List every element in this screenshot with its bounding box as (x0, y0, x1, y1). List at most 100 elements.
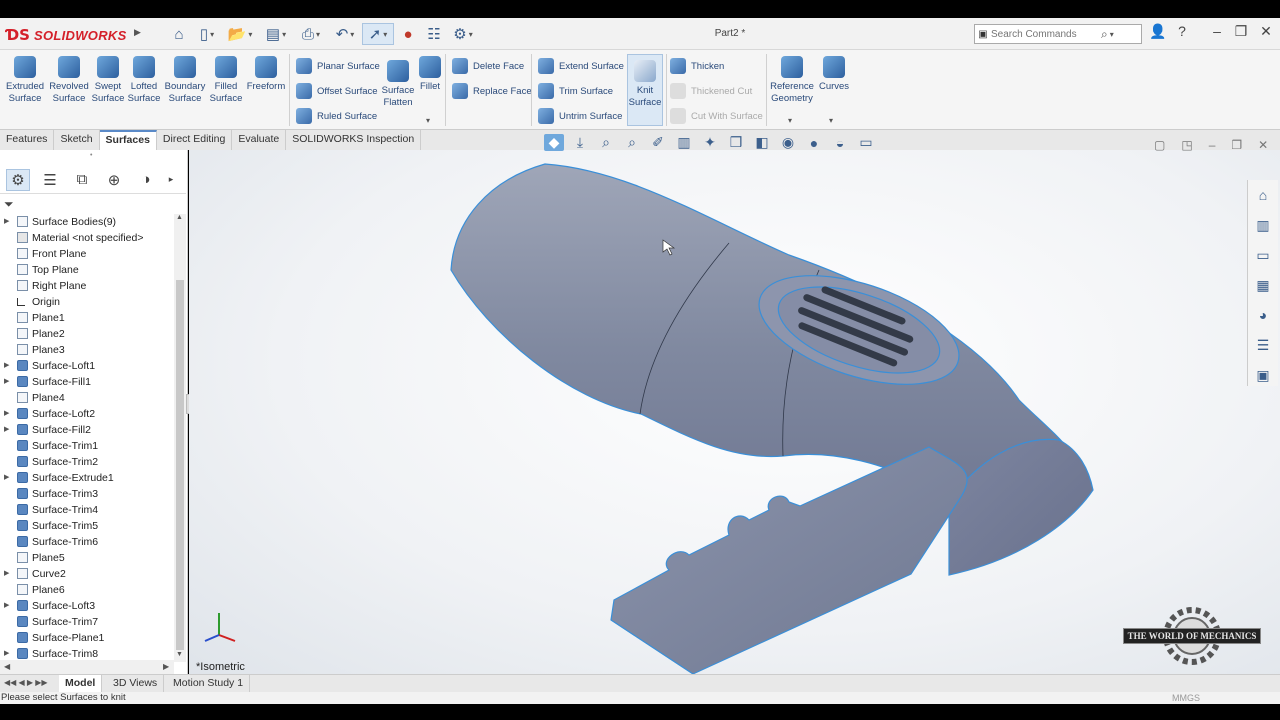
solidworks-resources-icon[interactable]: ⌂ (1248, 180, 1278, 210)
panel-tabs-scroll-icon[interactable]: ▸ (166, 169, 176, 191)
menu-expand-icon[interactable]: ▶ (134, 27, 141, 38)
expand-arrow-icon[interactable]: ▶ (4, 374, 9, 390)
tree-item[interactable]: Surface-Trim2 (0, 454, 174, 470)
save-icon[interactable]: ▤ ▾ (260, 23, 292, 45)
scroll-right-icon[interactable]: ▶ (163, 662, 169, 671)
solidworks-logo[interactable]: ƊS SOLIDWORKS (6, 22, 132, 48)
tree-item[interactable]: ▶ Surface Bodies(9) (0, 214, 174, 230)
search-input[interactable] (991, 28, 1101, 40)
dynamic-annotation-icon[interactable]: ✦ (700, 134, 720, 151)
offset-surface-button[interactable]: Offset Surface (296, 83, 378, 99)
design-library-icon[interactable]: ▥ (1248, 210, 1278, 240)
tree-item[interactable]: Surface-Trim7 (0, 614, 174, 630)
expand-arrow-icon[interactable]: ▶ (4, 358, 9, 374)
file-properties-icon[interactable]: ☷ (424, 23, 444, 45)
view-settings-icon[interactable]: ▭ (856, 134, 876, 151)
surface-flatten-button[interactable]: Surface Flatten (380, 60, 416, 109)
tab-direct-editing[interactable]: Direct Editing (157, 130, 233, 150)
view-orientation-cube-icon[interactable]: ◆ (544, 134, 564, 151)
tree-horizontal-scrollbar[interactable]: ◀ ▶ (0, 660, 174, 674)
viewport-minimize-icon[interactable]: – (1209, 138, 1216, 152)
new-document-icon[interactable]: ▯ ▾ (194, 23, 220, 45)
tree-item[interactable]: Surface-Trim4 (0, 502, 174, 518)
tree-item[interactable]: ▶ Surface-Fill2 (0, 422, 174, 438)
tab-surfaces[interactable]: Surfaces (99, 130, 157, 150)
tree-item[interactable]: Front Plane (0, 246, 174, 262)
tree-item[interactable]: ▶ Surface-Extrude1 (0, 470, 174, 486)
knit-surface-button[interactable]: Knit Surface (628, 60, 662, 109)
tree-vertical-scrollbar[interactable]: ▲ ▼ (174, 214, 186, 662)
property-manager-icon[interactable]: ☰ (38, 169, 62, 191)
tab-model[interactable]: Model (59, 675, 103, 693)
custom-properties-icon[interactable]: ☰ (1248, 330, 1278, 360)
tree-item[interactable]: Material <not specified> (0, 230, 174, 246)
tree-item[interactable]: ▶ Surface-Fill1 (0, 374, 174, 390)
appearances-icon[interactable]: ◕ (1248, 300, 1278, 330)
scroll-thumb[interactable] (176, 280, 184, 650)
configuration-manager-icon[interactable]: ⧉ (70, 169, 94, 191)
viewport-restore-icon[interactable]: ❐ (1231, 138, 1242, 152)
curves-button[interactable]: Curves (818, 56, 850, 93)
planar-surface-button[interactable]: Planar Surface (296, 58, 380, 74)
user-icon[interactable]: 👤 (1148, 23, 1168, 40)
tree-item[interactable]: ▶ Surface-Loft3 (0, 598, 174, 614)
tree-item[interactable]: Origin (0, 294, 174, 310)
solidworks-forum-icon[interactable]: ▣ (1248, 360, 1278, 390)
restore-icon[interactable]: ❐ (1231, 23, 1251, 40)
expand-arrow-icon[interactable]: ▶ (4, 214, 9, 230)
zoom-to-fit-icon[interactable]: ⌕ (596, 134, 616, 151)
replace-face-button[interactable]: Replace Face (452, 83, 532, 99)
options-gear-icon[interactable]: ⚙ ▾ (448, 23, 478, 45)
tree-item[interactable]: Surface-Trim3 (0, 486, 174, 502)
viewport-close-icon[interactable]: ✕ (1258, 138, 1268, 152)
thickened-cut-button[interactable]: Thickened Cut (670, 83, 752, 99)
filter-icon[interactable]: ⏷ (4, 197, 14, 212)
select-cursor-icon[interactable]: ➚ ▾ (362, 23, 394, 45)
tab-evaluate[interactable]: Evaluate (232, 130, 287, 150)
file-explorer-icon[interactable]: ▭ (1248, 240, 1278, 270)
tab-nav-arrows-icon[interactable]: ◀◀ ◀ ▶ ▶▶ (4, 678, 48, 687)
expand-arrow-icon[interactable]: ▶ (4, 566, 9, 582)
tail-surface[interactable] (610, 446, 968, 677)
panel-grip-icon[interactable]: • (90, 152, 92, 159)
expand-arrow-icon[interactable]: ▶ (4, 598, 9, 614)
lofted-surface-button[interactable]: Lofted Surface (126, 56, 162, 105)
thicken-button[interactable]: Thicken (670, 58, 724, 74)
tree-item[interactable]: Plane4 (0, 390, 174, 406)
search-dropdown-icon[interactable]: ▾ (1110, 30, 1114, 39)
surface-model[interactable] (189, 150, 1280, 677)
display-style-icon[interactable]: ◧ (752, 134, 772, 151)
tree-item[interactable]: Surface-Plane1 (0, 630, 174, 646)
dimxpert-manager-icon[interactable]: ⊕ (102, 169, 126, 191)
reference-geometry-button[interactable]: Reference Geometry (770, 56, 814, 105)
tree-item[interactable]: Plane3 (0, 342, 174, 358)
previous-view-icon[interactable]: ✐ (648, 134, 668, 151)
revolved-surface-button[interactable]: Revolved Surface (48, 56, 90, 105)
tree-item[interactable]: Surface-Trim5 (0, 518, 174, 534)
scroll-up-icon[interactable]: ▲ (176, 214, 183, 221)
tree-item[interactable]: Surface-Trim1 (0, 438, 174, 454)
tree-item[interactable]: Plane6 (0, 582, 174, 598)
swept-surface-button[interactable]: Swept Surface (90, 56, 126, 105)
delete-face-button[interactable]: Delete Face (452, 58, 524, 74)
expand-arrow-icon[interactable]: ▶ (4, 470, 9, 486)
expand-arrow-icon[interactable]: ▶ (4, 406, 9, 422)
fillet-button[interactable]: Fillet (418, 56, 442, 93)
open-icon[interactable]: 📂 ▾ (224, 23, 256, 45)
extruded-surface-button[interactable]: Extruded Surface (4, 56, 46, 105)
tree-item[interactable]: Top Plane (0, 262, 174, 278)
unit-system[interactable]: MMGS (1172, 692, 1200, 704)
minimize-icon[interactable]: – (1207, 23, 1227, 39)
tree-item[interactable]: Plane5 (0, 550, 174, 566)
section-view-icon[interactable]: ▥ (674, 134, 694, 151)
tab-motion-study-1[interactable]: Motion Study 1 (167, 675, 251, 693)
cut-with-surface-button[interactable]: Cut With Surface (670, 108, 763, 124)
home-icon[interactable]: ⌂ (168, 23, 190, 45)
tree-item[interactable]: Plane1 (0, 310, 174, 326)
tab-3d-views[interactable]: 3D Views (107, 675, 165, 693)
tree-item[interactable]: ▶ Curve2 (0, 566, 174, 582)
hide-show-items-icon[interactable]: ◉ (778, 134, 798, 151)
untrim-surface-button[interactable]: Untrim Surface (538, 108, 622, 124)
scroll-down-icon[interactable]: ▼ (176, 651, 183, 658)
search-commands-box[interactable]: ▣ ⌕ ▾ (974, 24, 1142, 44)
